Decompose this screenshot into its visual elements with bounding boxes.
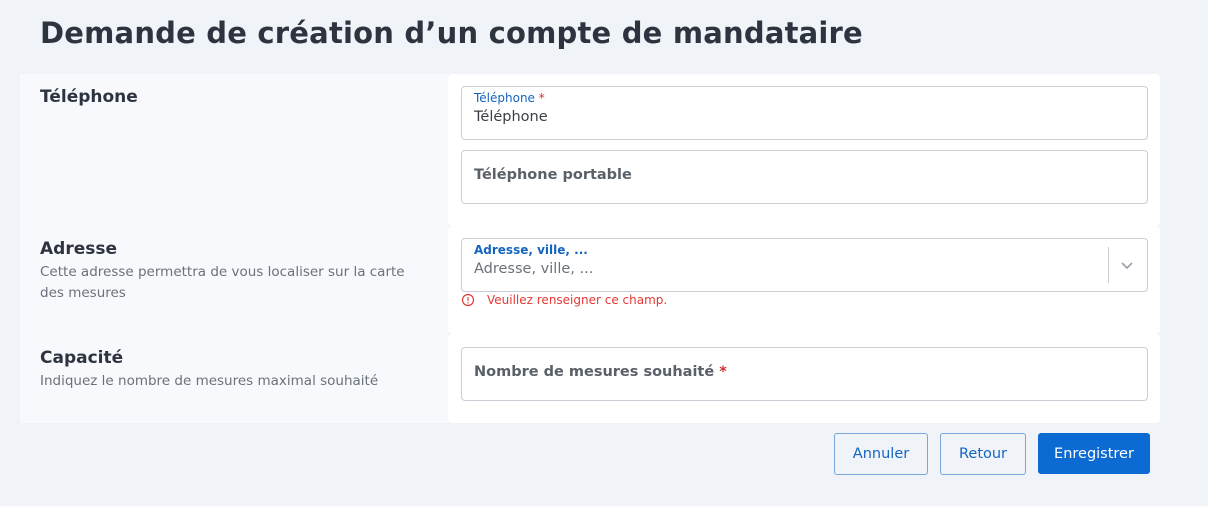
required-mark: * bbox=[719, 364, 727, 380]
save-button[interactable]: Enregistrer bbox=[1038, 433, 1150, 474]
telephone-section-title: Téléphone bbox=[40, 87, 138, 107]
measure-count-field[interactable]: Nombre de mesures souhaité * bbox=[461, 347, 1148, 401]
select-separator bbox=[1108, 247, 1109, 283]
error-icon bbox=[461, 293, 475, 307]
address-section-fields: Adresse, ville, ... Adresse, ville, ... … bbox=[448, 226, 1160, 334]
capacity-section-fields: Nombre de mesures souhaité * bbox=[448, 334, 1160, 423]
address-section-title: Adresse bbox=[40, 239, 118, 259]
capacity-section: Capacité Indiquez le nombre de mesures m… bbox=[20, 334, 1160, 423]
mobile-phone-field[interactable]: Téléphone portable bbox=[461, 150, 1148, 204]
address-select-label: Adresse, ville, ... bbox=[474, 243, 588, 257]
phone-field-label: Téléphone * bbox=[474, 91, 545, 105]
phone-field-value: Téléphone bbox=[474, 109, 548, 125]
page-title: Demande de création d’un compte de manda… bbox=[40, 16, 863, 50]
capacity-section-info: Capacité Indiquez le nombre de mesures m… bbox=[20, 334, 448, 423]
capacity-section-description: Indiquez le nombre de mesures maximal so… bbox=[40, 373, 379, 389]
address-select[interactable]: Adresse, ville, ... Adresse, ville, ... bbox=[461, 238, 1148, 292]
address-section-info: Adresse Cette adresse permettra de vous … bbox=[20, 226, 448, 334]
chevron-down-icon[interactable] bbox=[1117, 255, 1137, 275]
cancel-button[interactable]: Annuler bbox=[834, 433, 928, 475]
telephone-section: Téléphone Téléphone * Téléphone Téléphon… bbox=[20, 74, 1160, 226]
address-error: Veuillez renseigner ce champ. bbox=[461, 293, 667, 307]
telephone-section-fields: Téléphone * Téléphone Téléphone portable bbox=[448, 74, 1160, 226]
address-section-description: Cette adresse permettra de vous localise… bbox=[40, 264, 405, 301]
address-section: Adresse Cette adresse permettra de vous … bbox=[20, 226, 1160, 334]
phone-field[interactable]: Téléphone * Téléphone bbox=[461, 86, 1148, 140]
back-button[interactable]: Retour bbox=[940, 433, 1026, 475]
measure-count-placeholder: Nombre de mesures souhaité * bbox=[474, 364, 727, 380]
address-select-placeholder: Adresse, ville, ... bbox=[474, 261, 594, 277]
required-mark: * bbox=[538, 91, 545, 105]
capacity-section-title: Capacité bbox=[40, 348, 124, 368]
address-error-text: Veuillez renseigner ce champ. bbox=[487, 293, 668, 307]
mobile-phone-placeholder: Téléphone portable bbox=[474, 167, 632, 183]
telephone-section-info: Téléphone bbox=[20, 74, 448, 226]
